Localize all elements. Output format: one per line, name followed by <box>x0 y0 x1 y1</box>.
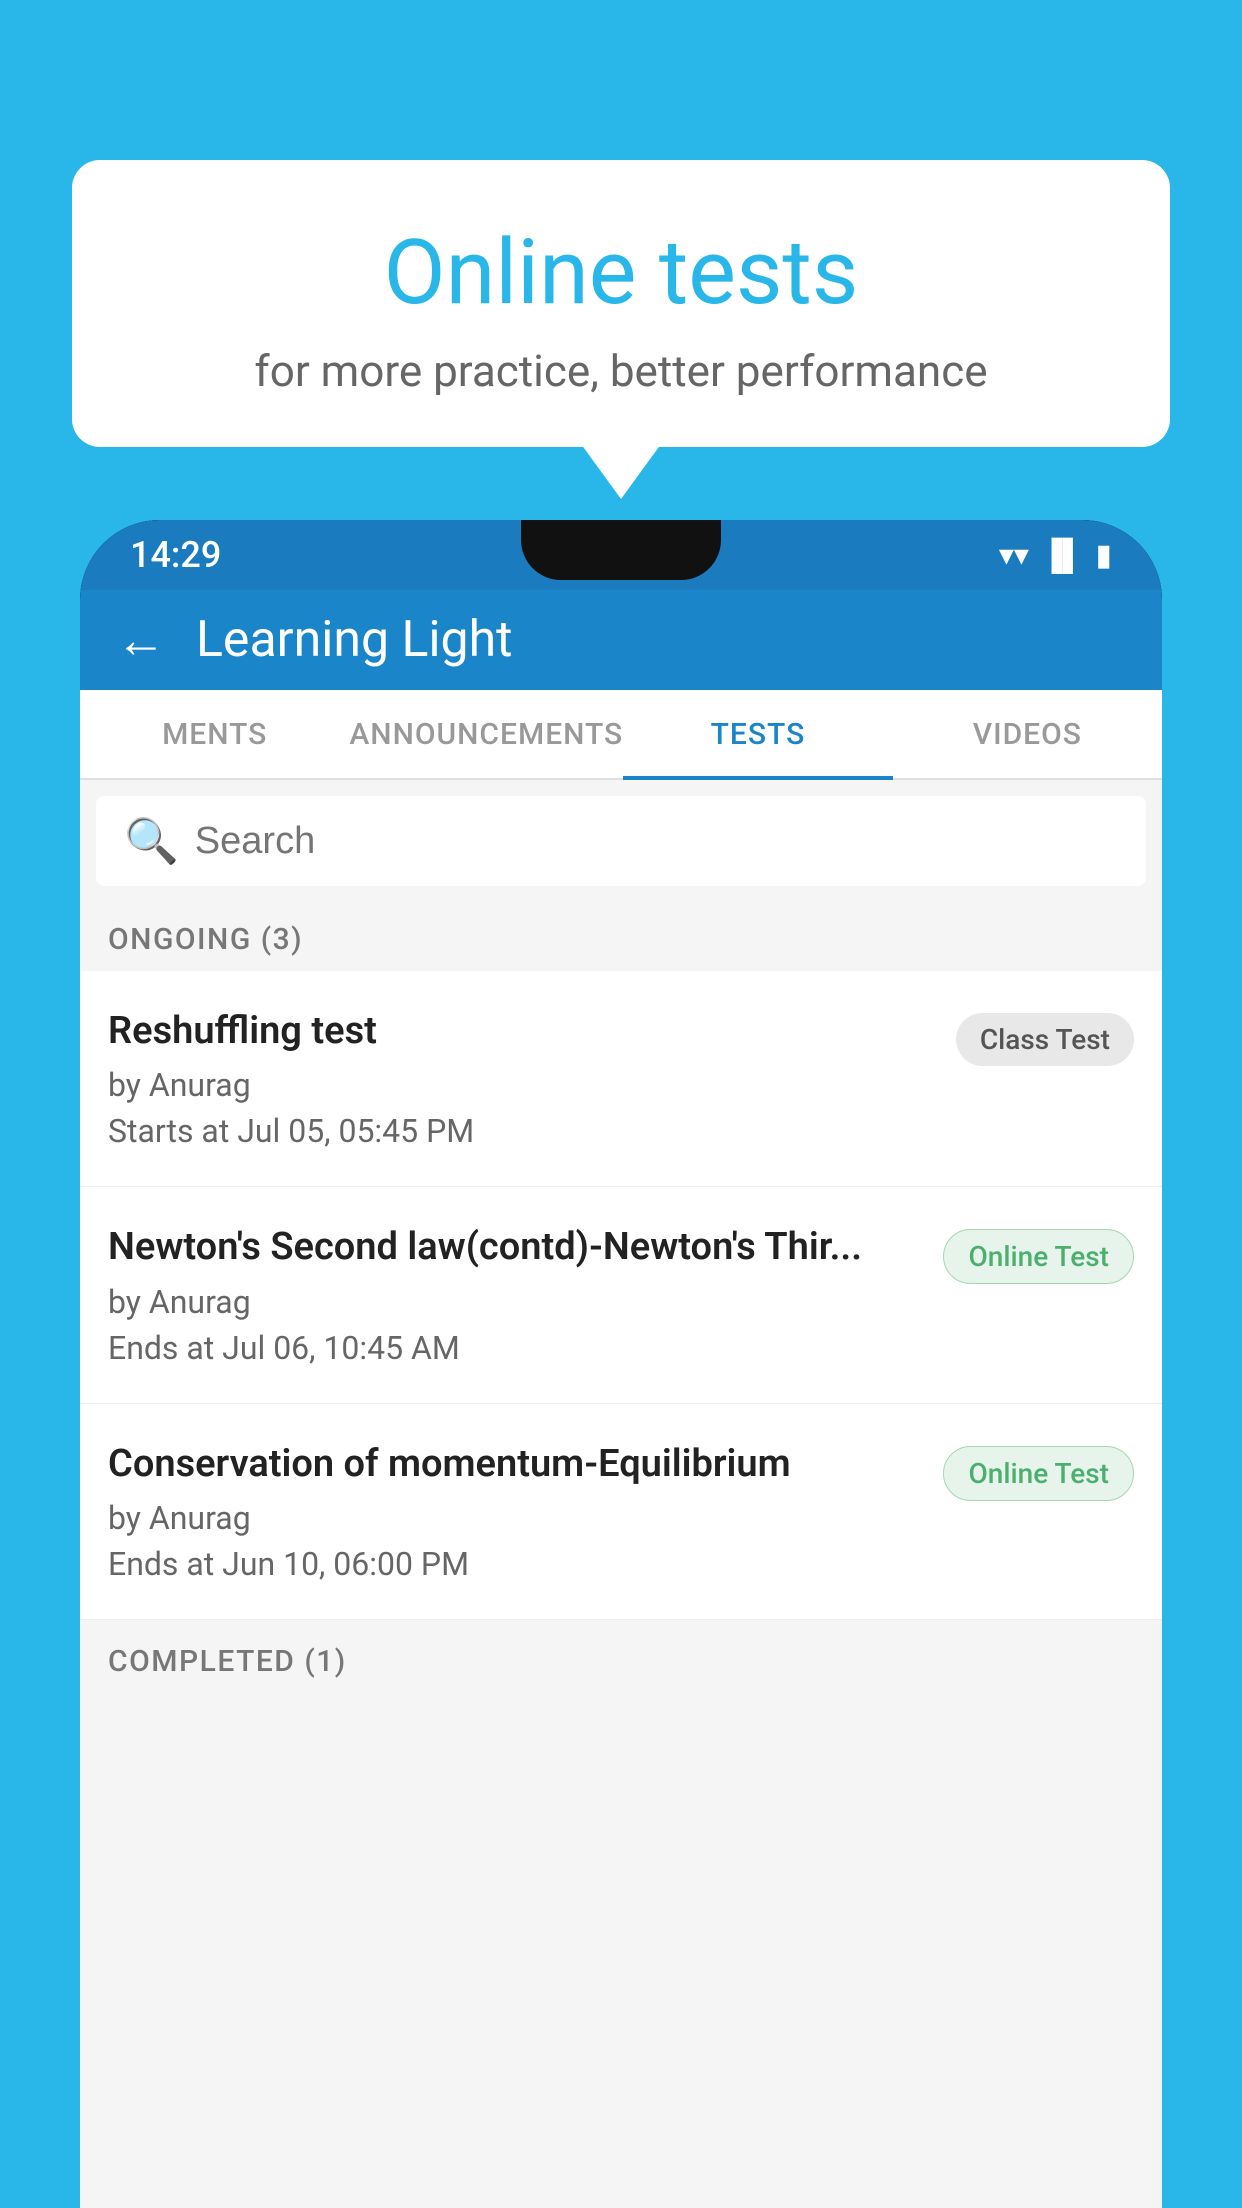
test-info-3: Conservation of momentum-Equilibrium by … <box>108 1440 943 1583</box>
status-bar: 14:29 ▾▾ ▐▌ ▮ <box>80 520 1162 590</box>
battery-icon: ▮ <box>1095 538 1112 573</box>
tabs-bar: MENTS ANNOUNCEMENTS TESTS VIDEOS <box>80 690 1162 780</box>
test-time-1: Starts at Jul 05, 05:45 PM <box>108 1112 936 1150</box>
app-header: ← Learning Light <box>80 590 1162 690</box>
test-info-1: Reshuffling test by Anurag Starts at Jul… <box>108 1007 956 1150</box>
wifi-icon: ▾▾ <box>999 538 1029 573</box>
search-input[interactable] <box>195 820 1118 863</box>
notch <box>521 520 721 580</box>
test-author-2: by Anurag <box>108 1283 923 1321</box>
test-name-3: Conservation of momentum-Equilibrium <box>108 1440 923 1489</box>
screen-content: 🔍 ONGOING (3) Reshuffling test by Anurag… <box>80 780 1162 2208</box>
phone-frame: 14:29 ▾▾ ▐▌ ▮ ← Learning Light MENTS ANN… <box>80 520 1162 2208</box>
bubble-subtitle: for more practice, better performance <box>112 345 1130 397</box>
tab-ments[interactable]: MENTS <box>80 690 349 778</box>
status-time: 14:29 <box>130 534 221 576</box>
completed-section-header: COMPLETED (1) <box>80 1620 1162 1693</box>
test-badge-2: Online Test <box>943 1229 1134 1284</box>
bubble-title: Online tests <box>112 220 1130 325</box>
test-time-2: Ends at Jul 06, 10:45 AM <box>108 1329 923 1367</box>
test-info-2: Newton's Second law(contd)-Newton's Thir… <box>108 1223 943 1366</box>
back-button[interactable]: ← <box>116 611 166 670</box>
test-badge-1: Class Test <box>956 1013 1134 1066</box>
search-icon: 🔍 <box>124 815 179 867</box>
test-author-1: by Anurag <box>108 1066 936 1104</box>
test-name-2: Newton's Second law(contd)-Newton's Thir… <box>108 1223 923 1272</box>
test-item[interactable]: Conservation of momentum-Equilibrium by … <box>80 1404 1162 1620</box>
test-time-3: Ends at Jun 10, 06:00 PM <box>108 1545 923 1583</box>
test-name-1: Reshuffling test <box>108 1007 936 1056</box>
inner-phone: 14:29 ▾▾ ▐▌ ▮ ← Learning Light MENTS ANN… <box>80 520 1162 2208</box>
test-list: Reshuffling test by Anurag Starts at Jul… <box>80 971 1162 1620</box>
test-item[interactable]: Newton's Second law(contd)-Newton's Thir… <box>80 1187 1162 1403</box>
test-badge-3: Online Test <box>943 1446 1134 1501</box>
app-title: Learning Light <box>196 611 513 669</box>
status-icons: ▾▾ ▐▌ ▮ <box>999 538 1112 573</box>
speech-bubble: Online tests for more practice, better p… <box>72 160 1170 447</box>
search-bar[interactable]: 🔍 <box>96 796 1146 886</box>
signal-icon: ▐▌ <box>1041 538 1084 573</box>
tab-announcements[interactable]: ANNOUNCEMENTS <box>349 690 623 778</box>
tab-videos[interactable]: VIDEOS <box>893 690 1162 778</box>
ongoing-section-header: ONGOING (3) <box>80 902 1162 971</box>
test-item[interactable]: Reshuffling test by Anurag Starts at Jul… <box>80 971 1162 1187</box>
tab-tests[interactable]: TESTS <box>623 690 892 778</box>
test-author-3: by Anurag <box>108 1499 923 1537</box>
